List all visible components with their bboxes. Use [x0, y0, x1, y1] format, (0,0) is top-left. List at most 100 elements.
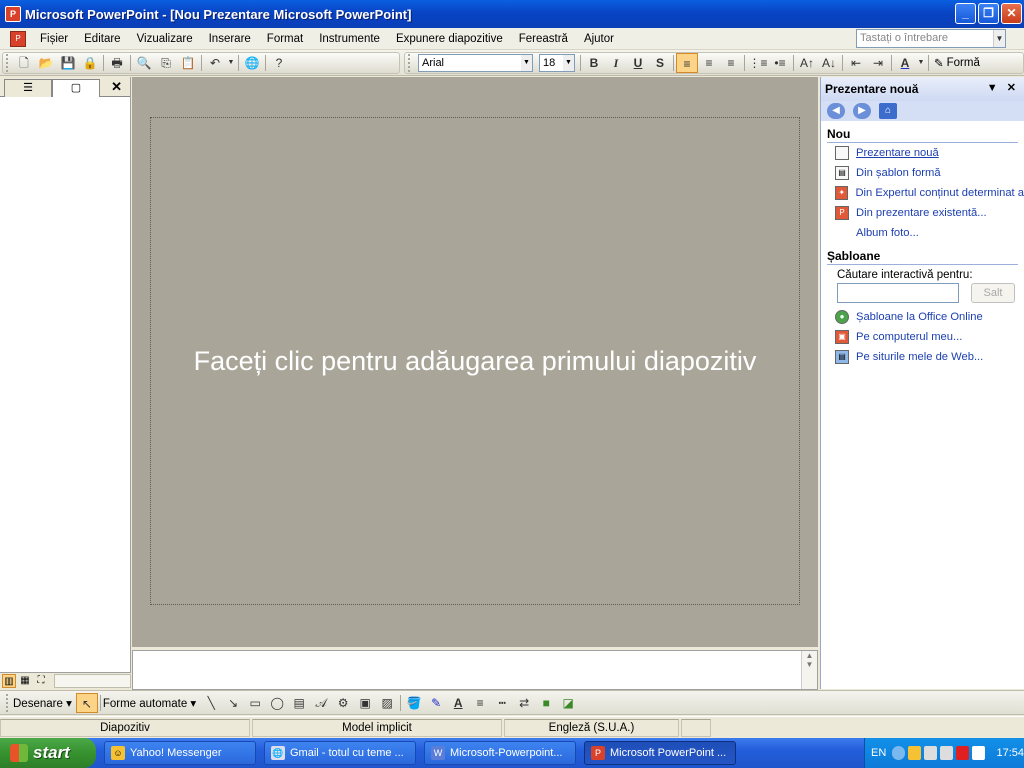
menu-edit[interactable]: Editare [76, 29, 128, 49]
help-question-box[interactable]: Tastați o întrebare ▼ [856, 29, 1006, 48]
shadow-style-icon[interactable]: ■ [535, 693, 557, 713]
font-color-icon[interactable]: A [894, 53, 916, 73]
link-templates-online[interactable]: ● Șabloane la Office Online [835, 307, 1024, 327]
new-icon[interactable]: 🗋 [13, 53, 35, 73]
underline-button[interactable]: U [627, 53, 649, 73]
network-icon[interactable] [924, 746, 938, 760]
rectangle-icon[interactable]: ▭ [244, 693, 266, 713]
undo-dropdown-icon[interactable]: ▼ [226, 53, 236, 73]
forward-icon[interactable]: ▶ [853, 103, 871, 119]
arrow-icon[interactable]: ↘ [222, 693, 244, 713]
picture-icon[interactable]: ▨ [376, 693, 398, 713]
arrow-style-icon[interactable]: ⇄ [513, 693, 535, 713]
oval-icon[interactable]: ◯ [266, 693, 288, 713]
notes-scrollbar[interactable]: ▲ ▼ [801, 651, 817, 689]
horizontal-scrollbar[interactable] [54, 674, 131, 688]
clip-art-icon[interactable]: ▣ [354, 693, 376, 713]
task-gmail[interactable]: 🌐 Gmail - totul cu teme ... [264, 741, 416, 765]
line-style-icon[interactable]: ≡ [469, 693, 491, 713]
increase-font-icon[interactable]: A↑ [796, 53, 818, 73]
shield-icon[interactable] [972, 746, 986, 760]
align-center-icon[interactable]: ≡ [698, 53, 720, 73]
menu-view[interactable]: Vizualizare [129, 29, 201, 49]
template-search-input[interactable] [837, 283, 959, 303]
home-icon[interactable]: ⌂ [879, 103, 897, 119]
increase-indent-icon[interactable]: ⇥ [867, 53, 889, 73]
menu-help[interactable]: Ajutor [576, 29, 622, 49]
document-icon[interactable]: P [10, 30, 26, 47]
paste-icon[interactable]: 📋 [177, 53, 199, 73]
link-from-template[interactable]: ▤ Din șablon formă [835, 163, 1024, 183]
toolbar-grip[interactable] [408, 54, 412, 72]
first-slide-placeholder[interactable]: Faceți clic pentru adăugarea primului di… [150, 117, 800, 605]
smiley-tray-icon[interactable] [908, 746, 922, 760]
numbering-icon[interactable]: ⋮≡ [747, 53, 769, 73]
toolbar-grip[interactable] [6, 54, 10, 72]
task-powerpoint[interactable]: P Microsoft PowerPoint ... [584, 741, 736, 765]
save-icon[interactable]: 💾 [57, 53, 79, 73]
slideshow-icon[interactable]: ⛶ [34, 674, 48, 688]
close-icon[interactable]: ✕ [111, 79, 122, 95]
network-icon[interactable] [940, 746, 954, 760]
minimize-button[interactable]: _ [955, 3, 976, 24]
print-icon[interactable]: 🖶 [106, 53, 128, 73]
menu-slideshow[interactable]: Expunere diapozitive [388, 29, 511, 49]
menu-window[interactable]: Fereastră [511, 29, 576, 49]
chevron-down-icon[interactable]: ▼ [521, 55, 532, 71]
powerpoint-app-icon[interactable]: P [5, 6, 21, 22]
tray-arrow-icon[interactable] [892, 746, 906, 760]
clock[interactable]: 17:54 [996, 747, 1024, 759]
shadow-button[interactable]: S [649, 53, 671, 73]
task-yahoo-messenger[interactable]: ☺ Yahoo! Messenger [104, 741, 256, 765]
link-content-wizard[interactable]: ✦ Din Expertul conținut determinat a [835, 183, 1024, 203]
font-color-dropdown-icon[interactable]: ▼ [916, 53, 926, 73]
chevron-down-icon[interactable]: ▼ [563, 55, 574, 71]
text-box-icon[interactable]: ▤ [288, 693, 310, 713]
chevron-down-icon[interactable]: ▼ [987, 82, 998, 94]
design-button[interactable]: ✎ Formă [931, 56, 983, 70]
decrease-font-icon[interactable]: A↓ [818, 53, 840, 73]
help-icon[interactable]: ? [268, 53, 290, 73]
fill-color-icon[interactable]: 🪣 [403, 693, 425, 713]
font-color-icon[interactable]: A [447, 693, 469, 713]
tab-outline[interactable]: ☰ [4, 79, 52, 97]
draw-menu-button[interactable]: Desenare ▾ [13, 696, 72, 710]
language-indicator[interactable]: EN [871, 747, 886, 759]
diagram-icon[interactable]: ⚙ [332, 693, 354, 713]
link-existing-presentation[interactable]: P Din prezentare existentă... [835, 203, 1024, 223]
link-photo-album[interactable]: Album foto... [835, 223, 1024, 243]
restore-button[interactable]: ❐ [978, 3, 999, 24]
menu-format[interactable]: Format [259, 29, 311, 49]
link-my-websites[interactable]: ▤ Pe siturile mele de Web... [835, 347, 1024, 367]
go-button[interactable]: Salt [971, 283, 1015, 303]
select-objects-icon[interactable]: ↖ [75, 692, 98, 713]
link-new-presentation[interactable]: Prezentare nouă [835, 143, 1024, 163]
line-color-icon[interactable]: ✎ [425, 693, 447, 713]
start-button[interactable]: start [0, 738, 96, 768]
normal-view-icon[interactable]: ▥ [2, 674, 16, 688]
bullets-icon[interactable]: •≡ [769, 53, 791, 73]
chevron-down-icon[interactable]: ▼ [993, 30, 1005, 47]
close-icon[interactable]: ✕ [1007, 82, 1016, 94]
font-name-combo[interactable]: Arial ▼ [418, 54, 533, 72]
align-left-icon[interactable]: ≡ [676, 53, 698, 73]
line-icon[interactable]: ╲ [200, 693, 222, 713]
back-icon[interactable]: ◀ [827, 103, 845, 119]
task-word-doc[interactable]: W Microsoft-Powerpoint... [424, 741, 576, 765]
permission-icon[interactable]: 🔒 [79, 53, 101, 73]
wordart-icon[interactable]: 𝒜 [310, 693, 332, 713]
3d-style-icon[interactable]: ◪ [557, 693, 579, 713]
dash-style-icon[interactable]: ┅ [491, 693, 513, 713]
font-size-combo[interactable]: 18 ▼ [539, 54, 575, 72]
menu-file[interactable]: Fișier [32, 29, 76, 49]
menu-tools[interactable]: Instrumente [311, 29, 388, 49]
undo-icon[interactable]: ↶ [204, 53, 226, 73]
autoshapes-button[interactable]: Forme automate ▾ [103, 696, 196, 710]
align-right-icon[interactable]: ≡ [720, 53, 742, 73]
slide-sorter-icon[interactable]: ▦ [18, 674, 32, 688]
bold-button[interactable]: B [583, 53, 605, 73]
open-folder-icon[interactable]: 📂 [35, 53, 57, 73]
hyperlink-icon[interactable]: 🌐 [241, 53, 263, 73]
close-button[interactable]: ✕ [1001, 3, 1022, 24]
antivirus-icon[interactable] [956, 746, 970, 760]
